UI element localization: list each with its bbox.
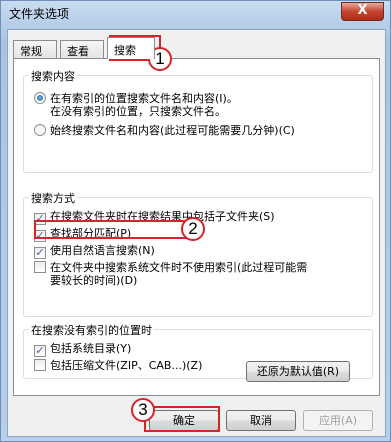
window-title: 文件夹选项 <box>9 7 70 21</box>
close-button[interactable]: X <box>341 2 384 21</box>
tab-search[interactable]: 搜索 <box>107 37 155 59</box>
option-index-search[interactable]: 在有索引的位置搜索文件名和内容(I)。 在没有索引的位置，只搜索文件名。 <box>34 92 238 118</box>
radio-index-search[interactable] <box>34 92 46 104</box>
close-icon: X <box>357 3 368 18</box>
checkbox-row-natural-language[interactable]: ✓ 使用自然语言搜索(N) <box>34 244 155 259</box>
restore-defaults-button[interactable]: 还原为默认值(R) <box>246 361 350 382</box>
checkbox-no-index[interactable] <box>34 261 46 273</box>
highlight-natural-language <box>34 220 190 239</box>
highlight-ok-button <box>144 406 220 432</box>
callout-2: 2 <box>181 217 205 241</box>
cancel-button[interactable]: 取消 <box>226 410 296 431</box>
tab-view[interactable]: 查看 <box>60 40 104 58</box>
search-method-title: 搜索方式 <box>29 190 77 206</box>
checkbox-row-system-dirs[interactable]: ✓ 包括系统目录(Y) <box>34 342 131 357</box>
search-method-group: 搜索方式 ✓ 在搜索文件夹时在搜索结果中包括子文件夹(S) ✓ 查找部分匹配(P) … <box>23 190 373 317</box>
checkbox-natural-language[interactable]: ✓ <box>34 247 46 259</box>
search-content-title: 搜索内容 <box>29 68 77 84</box>
radio-always-search[interactable] <box>34 124 46 136</box>
checkbox-compressed[interactable] <box>34 359 46 371</box>
apply-button[interactable]: 应用(A) <box>303 410 373 431</box>
title-bar: 文件夹选项 X <box>1 1 390 29</box>
option-always-search[interactable]: 始终搜索文件名和内容(此过程可能需要几分钟)(C) <box>34 124 295 137</box>
checkbox-system-dirs[interactable]: ✓ <box>34 345 46 357</box>
search-content-group: 搜索内容 在有索引的位置搜索文件名和内容(I)。 在没有索引的位置，只搜索文件名。… <box>23 68 373 173</box>
tab-general[interactable]: 常规 <box>13 40 57 58</box>
folder-options-window: 文件夹选项 X 常规 查看 搜索 搜索内容 在有索引的位置搜索文件名和内容(I)… <box>0 0 391 442</box>
no-index-title: 在搜索没有索引的位置时 <box>29 322 154 338</box>
callout-3: 3 <box>131 398 155 422</box>
checkbox-row-compressed[interactable]: 包括压缩文件(ZIP、CAB...)(Z) <box>34 359 202 372</box>
checkbox-row-no-index[interactable]: 在文件夹中搜索系统文件时不使用索引(此过程可能需 要较长的时间)(D) <box>34 261 307 287</box>
